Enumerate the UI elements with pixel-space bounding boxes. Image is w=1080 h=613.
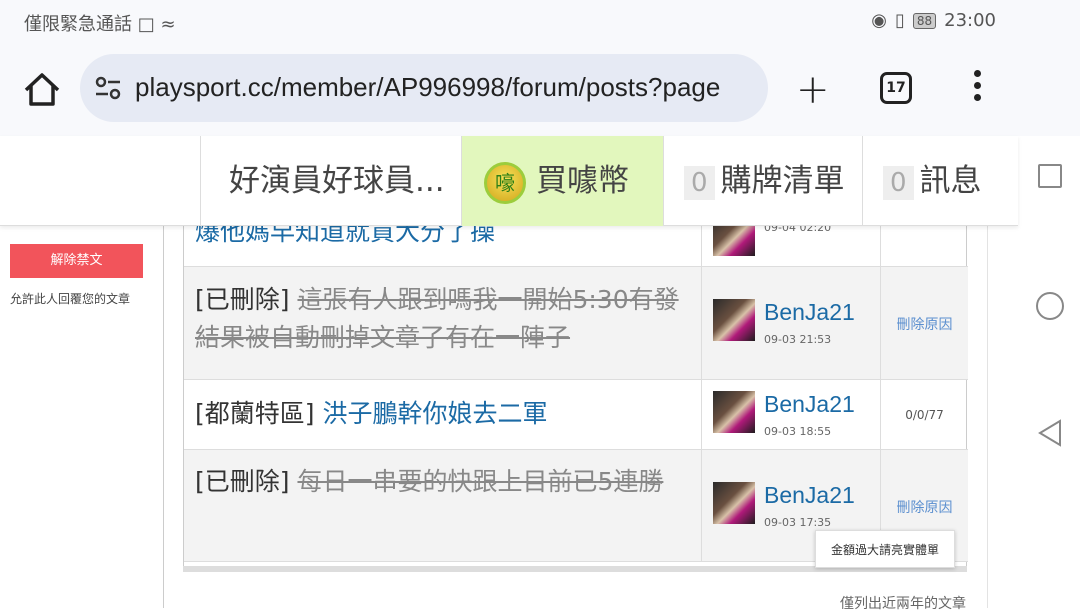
- table-row: [都蘭特區] 洪子鵬幹你娘去二軍 BenJa21 09-03 18:55 0/0…: [184, 380, 968, 450]
- nav-username-label: 好演員好球員...: [229, 163, 445, 199]
- post-tag: [已刪除]: [195, 285, 290, 314]
- browser-toolbar: playsport.cc/member/AP996998/forum/posts…: [0, 44, 1080, 136]
- eye-comfort-icon: ◉: [871, 10, 887, 31]
- author-name[interactable]: BenJa21: [764, 482, 855, 509]
- site-nav: 好演員好球員... 嚎買噱幣 0 購牌清單 0 訊息: [0, 136, 1018, 226]
- extra-cell: 刪除原因: [881, 267, 968, 379]
- author-name[interactable]: BenJa21: [764, 391, 855, 418]
- new-tab-icon[interactable]: +: [796, 70, 830, 110]
- post-title-deleted: 每日一串要的快跟上目前已5連勝: [297, 467, 664, 496]
- avatar[interactable]: [713, 391, 755, 433]
- delete-reason-link[interactable]: 刪除原因: [897, 500, 953, 516]
- table-row: [已刪除] 這張有人跟到嗎我一開始5:30有發結果被自動刪掉文章了有在一陣子 B…: [184, 267, 968, 380]
- nav-cart[interactable]: 0 購牌清單: [663, 136, 862, 226]
- avatar[interactable]: [713, 299, 755, 341]
- nav-messages[interactable]: 0 訊息: [862, 136, 1018, 226]
- post-date: 09-03 17:35: [764, 516, 832, 529]
- author-cell: BenJa21 09-03 21:53: [701, 267, 881, 379]
- left-sidebar: 解除禁文 允許此人回覆您的文章: [0, 226, 164, 608]
- posts-table: 爆他媽早知道就買大分了操 09-04 02:20 [已刪除] 這張有人跟到嗎我一…: [183, 196, 968, 568]
- post-tag: [都蘭特區]: [195, 399, 315, 428]
- post-stats: 0/0/77: [905, 408, 944, 422]
- delete-reason-link[interactable]: 刪除原因: [897, 317, 953, 333]
- cart-count-badge: 0: [684, 165, 715, 200]
- tabs-icon[interactable]: 17: [880, 72, 912, 104]
- avatar[interactable]: [713, 482, 755, 524]
- status-left: 僅限緊急通話 □ ≈: [24, 10, 176, 36]
- status-right: ◉ ▯ 88 23:00: [871, 10, 996, 31]
- clock: 23:00: [944, 10, 996, 31]
- home-icon[interactable]: [22, 70, 62, 110]
- vibrate-icon: ▯: [894, 10, 905, 31]
- site-settings-icon[interactable]: [94, 74, 122, 102]
- post-title: [已刪除] 每日一串要的快跟上目前已5連勝: [195, 463, 695, 501]
- back-icon[interactable]: [1036, 418, 1064, 448]
- nav-cart-label: 購牌清單: [720, 163, 845, 199]
- post-date: 09-03 21:53: [764, 333, 832, 346]
- post-title-link[interactable]: 洪子鵬幹你娘去二軍: [322, 399, 547, 428]
- sim-alert-icon: □: [137, 14, 155, 35]
- nav-username[interactable]: 好演員好球員...: [200, 136, 461, 226]
- post-tag: [已刪除]: [195, 467, 290, 496]
- more-menu-icon[interactable]: [970, 70, 984, 110]
- post-title: [都蘭特區] 洪子鵬幹你娘去二軍: [195, 395, 695, 433]
- footnote: 僅列出近兩年的文章: [840, 596, 966, 612]
- message-count-badge: 0: [883, 165, 914, 200]
- tooltip: 金額過大請亮實體單: [815, 530, 955, 568]
- address-bar[interactable]: playsport.cc/member/AP996998/forum/posts…: [80, 54, 768, 122]
- nav-messages-label: 訊息: [919, 163, 982, 199]
- home-nav-icon[interactable]: [1036, 292, 1064, 320]
- url-text[interactable]: playsport.cc/member/AP996998/forum/posts…: [135, 72, 720, 103]
- allow-reply-link[interactable]: 允許此人回覆您的文章: [10, 290, 130, 307]
- android-nav-bar: [1018, 136, 1080, 608]
- nav-buy-coin[interactable]: 嚎買噱幣: [461, 136, 663, 226]
- wifi-icon: ≈: [160, 14, 176, 35]
- coin-icon: 嚎: [484, 161, 526, 204]
- unban-button[interactable]: 解除禁文: [10, 244, 143, 278]
- emergency-calls-text: 僅限緊急通話: [24, 14, 132, 35]
- battery-icon: 88: [912, 12, 937, 29]
- right-divider: [987, 226, 988, 608]
- author-name[interactable]: BenJa21: [764, 299, 855, 326]
- author-cell: BenJa21 09-03 18:55: [701, 380, 881, 449]
- status-bar: 僅限緊急通話 □ ≈ ◉ ▯ 88 23:00: [0, 0, 1080, 44]
- nav-buy-coin-label: 買噱幣: [536, 163, 629, 199]
- extra-cell: 0/0/77: [881, 380, 968, 449]
- post-date: 09-03 18:55: [764, 425, 832, 438]
- recents-icon[interactable]: [1038, 164, 1062, 188]
- post-title: [已刪除] 這張有人跟到嗎我一開始5:30有發結果被自動刪掉文章了有在一陣子: [195, 281, 695, 357]
